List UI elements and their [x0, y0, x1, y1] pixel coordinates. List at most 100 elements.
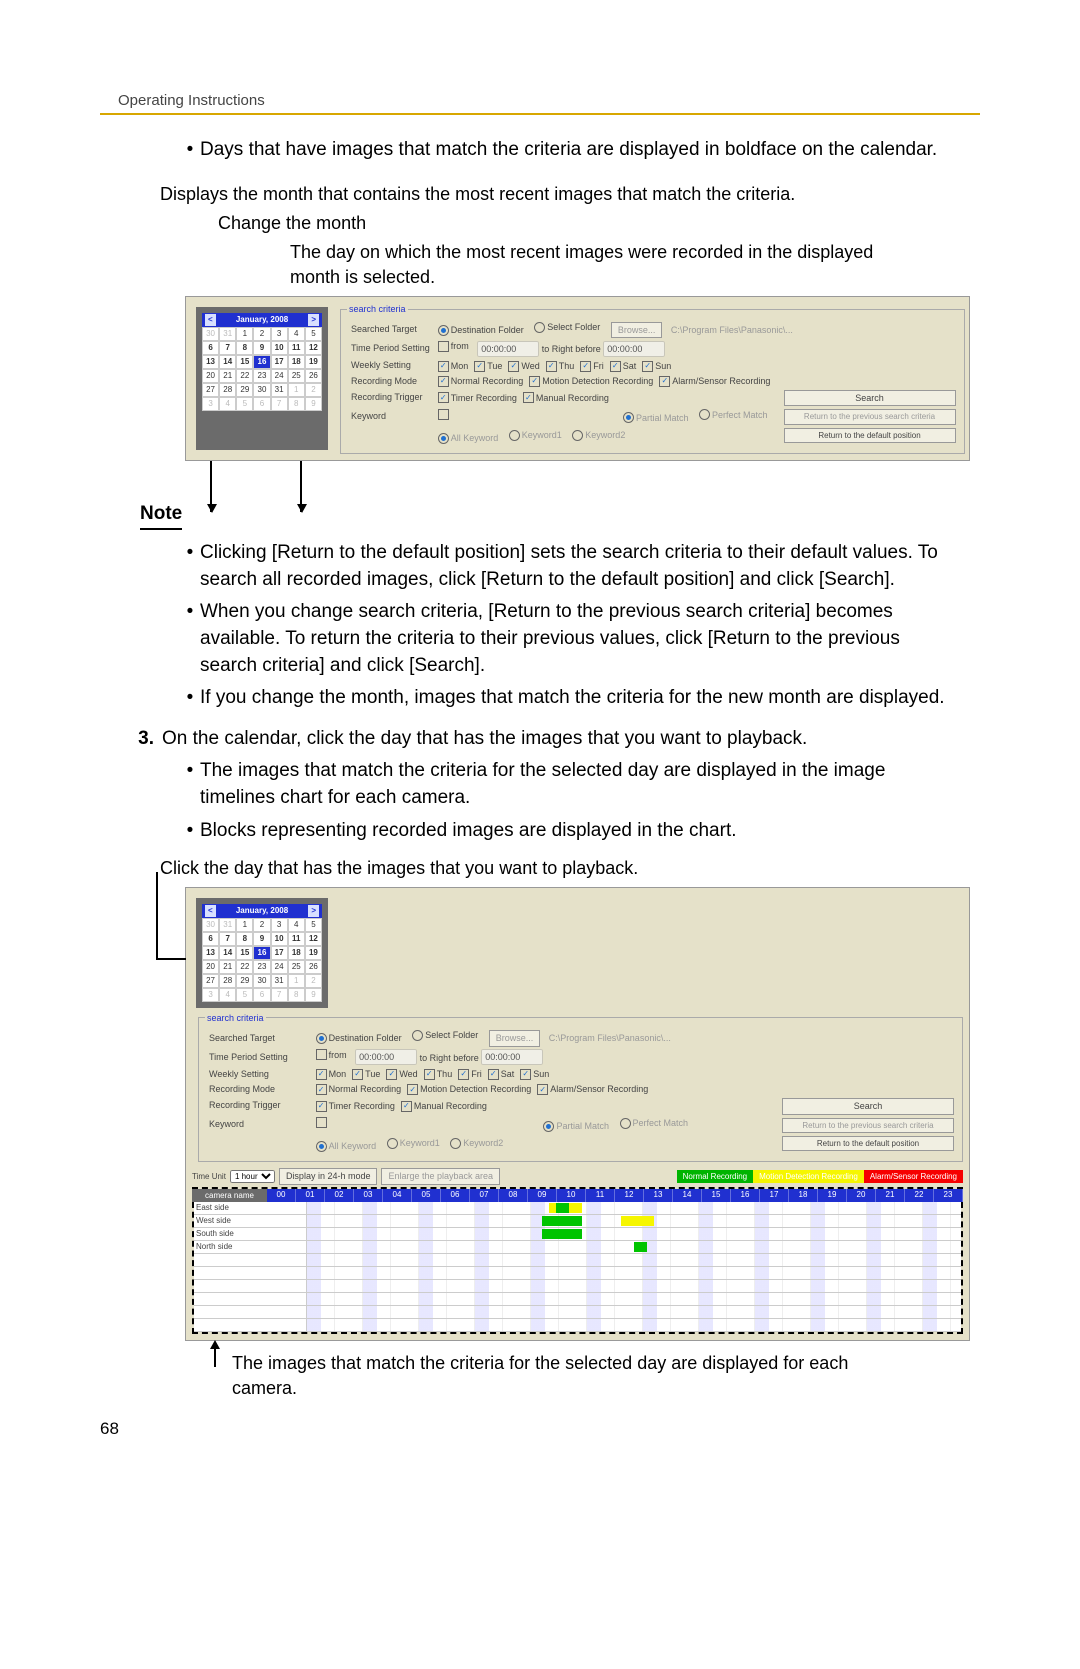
calendar-day[interactable]: 5 — [236, 988, 253, 1002]
calendar-day[interactable]: 16 — [253, 355, 270, 369]
calendar-day[interactable]: 15 — [236, 355, 253, 369]
calendar-day[interactable]: 17 — [271, 355, 288, 369]
recording-block[interactable] — [542, 1229, 581, 1239]
calendar-day[interactable]: 2 — [305, 974, 322, 988]
calendar-day[interactable]: 27 — [202, 974, 219, 988]
checkbox-day-tue[interactable]: ✓Tue — [474, 360, 502, 373]
checkbox-day-sun[interactable]: ✓Sun — [642, 360, 671, 373]
calendar-day[interactable]: 11 — [288, 932, 305, 946]
return-previous-button[interactable]: Return to the previous search criteria — [784, 409, 956, 424]
checkbox-day-fri[interactable]: ✓Fri — [458, 1068, 482, 1081]
calendar-day[interactable]: 7 — [219, 932, 236, 946]
radio-perfect-match[interactable]: Perfect Match — [699, 409, 768, 422]
radio-keyword1[interactable]: Keyword1 — [387, 1137, 440, 1150]
calendar-day[interactable]: 17 — [271, 946, 288, 960]
calendar-day[interactable]: 4 — [219, 988, 236, 1002]
calendar-day[interactable]: 14 — [219, 355, 236, 369]
calendar-day[interactable]: 13 — [202, 355, 219, 369]
checkbox-motion-detection-recording[interactable]: ✓Motion Detection Recording — [529, 375, 653, 388]
calendar-day[interactable]: 20 — [202, 369, 219, 383]
calendar-day[interactable]: 10 — [271, 932, 288, 946]
checkbox-normal-recording[interactable]: ✓Normal Recording — [438, 375, 524, 388]
calendar-day[interactable]: 29 — [236, 383, 253, 397]
radio-perfect-match[interactable]: Perfect Match — [620, 1117, 689, 1130]
calendar-day[interactable]: 8 — [288, 397, 305, 411]
checkbox-day-wed[interactable]: ✓Wed — [386, 1068, 417, 1081]
calendar-day[interactable]: 31 — [271, 383, 288, 397]
calendar-day[interactable]: 1 — [288, 383, 305, 397]
checkbox-day-thu[interactable]: ✓Thu — [546, 360, 575, 373]
radio-keyword2[interactable]: Keyword2 — [572, 429, 625, 442]
search-button[interactable]: Search — [784, 390, 956, 407]
recording-block[interactable] — [621, 1216, 654, 1226]
calendar-day[interactable]: 5 — [305, 918, 322, 932]
radio-destination-folder[interactable]: Destination Folder — [316, 1032, 402, 1045]
time-from-input[interactable] — [355, 1049, 417, 1065]
checkbox-from[interactable]: from — [438, 340, 469, 353]
calendar-day[interactable]: 1 — [236, 327, 253, 341]
calendar-day[interactable]: 3 — [271, 327, 288, 341]
calendar-day[interactable]: 1 — [288, 974, 305, 988]
checkbox-keyword[interactable] — [316, 1117, 329, 1128]
calendar-day[interactable]: 26 — [305, 369, 322, 383]
calendar-day[interactable]: 25 — [288, 369, 305, 383]
return-default-button[interactable]: Return to the default position — [782, 1136, 954, 1151]
time-from-input[interactable] — [477, 341, 539, 357]
calendar-prev-button[interactable]: < — [205, 905, 216, 916]
checkbox-manual-recording[interactable]: ✓Manual Recording — [523, 392, 609, 405]
calendar-day[interactable]: 2 — [253, 918, 270, 932]
recording-block[interactable] — [556, 1203, 569, 1213]
radio-partial-match[interactable]: Partial Match — [623, 412, 689, 425]
calendar-day[interactable]: 15 — [236, 946, 253, 960]
checkbox-from[interactable]: from — [316, 1049, 347, 1062]
time-unit-select[interactable]: 1 hour — [230, 1170, 275, 1183]
time-to-input[interactable] — [603, 341, 665, 357]
calendar-day[interactable]: 30 — [202, 918, 219, 932]
checkbox-day-sat[interactable]: ✓Sat — [610, 360, 637, 373]
checkbox-day-mon[interactable]: ✓Mon — [316, 1068, 347, 1081]
checkbox-keyword[interactable] — [438, 409, 451, 420]
calendar-day[interactable]: 5 — [305, 327, 322, 341]
radio-keyword1[interactable]: Keyword1 — [509, 429, 562, 442]
calendar-day[interactable]: 3 — [202, 397, 219, 411]
calendar-day[interactable]: 6 — [202, 341, 219, 355]
calendar-day[interactable]: 7 — [219, 341, 236, 355]
recording-block[interactable] — [542, 1216, 581, 1226]
calendar-day[interactable]: 20 — [202, 960, 219, 974]
checkbox-alarm-sensor-recording[interactable]: ✓Alarm/Sensor Recording — [659, 375, 770, 388]
calendar-day[interactable]: 22 — [236, 369, 253, 383]
checkbox-timer-recording[interactable]: ✓Timer Recording — [316, 1100, 395, 1113]
return-default-button[interactable]: Return to the default position — [784, 428, 956, 443]
calendar-day[interactable]: 6 — [253, 988, 270, 1002]
calendar-day[interactable]: 1 — [236, 918, 253, 932]
checkbox-day-sat[interactable]: ✓Sat — [488, 1068, 515, 1081]
checkbox-day-thu[interactable]: ✓Thu — [424, 1068, 453, 1081]
calendar-day[interactable]: 31 — [271, 974, 288, 988]
calendar-day[interactable]: 16 — [253, 946, 270, 960]
calendar-day[interactable]: 18 — [288, 946, 305, 960]
calendar-day[interactable]: 4 — [219, 397, 236, 411]
calendar-day[interactable]: 9 — [305, 397, 322, 411]
checkbox-day-sun[interactable]: ✓Sun — [520, 1068, 549, 1081]
calendar-day[interactable]: 30 — [202, 327, 219, 341]
display-24h-button[interactable]: Display in 24-h mode — [279, 1168, 378, 1185]
calendar-prev-button[interactable]: < — [205, 314, 216, 325]
calendar-day[interactable]: 9 — [305, 988, 322, 1002]
radio-select-folder[interactable]: Select Folder — [412, 1029, 478, 1042]
calendar-day[interactable]: 2 — [305, 383, 322, 397]
calendar-day[interactable]: 19 — [305, 946, 322, 960]
calendar-day[interactable]: 10 — [271, 341, 288, 355]
calendar-day[interactable]: 8 — [288, 988, 305, 1002]
calendar-day[interactable]: 7 — [271, 988, 288, 1002]
calendar-day[interactable]: 27 — [202, 383, 219, 397]
checkbox-motion-detection-recording[interactable]: ✓Motion Detection Recording — [407, 1083, 531, 1096]
radio-all-keyword[interactable]: All Keyword — [316, 1140, 377, 1153]
search-button[interactable]: Search — [782, 1098, 954, 1115]
calendar-day[interactable]: 26 — [305, 960, 322, 974]
calendar-day[interactable]: 18 — [288, 355, 305, 369]
checkbox-day-mon[interactable]: ✓Mon — [438, 360, 469, 373]
radio-select-folder[interactable]: Select Folder — [534, 321, 600, 334]
checkbox-alarm-sensor-recording[interactable]: ✓Alarm/Sensor Recording — [537, 1083, 648, 1096]
radio-partial-match[interactable]: Partial Match — [543, 1120, 609, 1133]
calendar-day[interactable]: 21 — [219, 369, 236, 383]
